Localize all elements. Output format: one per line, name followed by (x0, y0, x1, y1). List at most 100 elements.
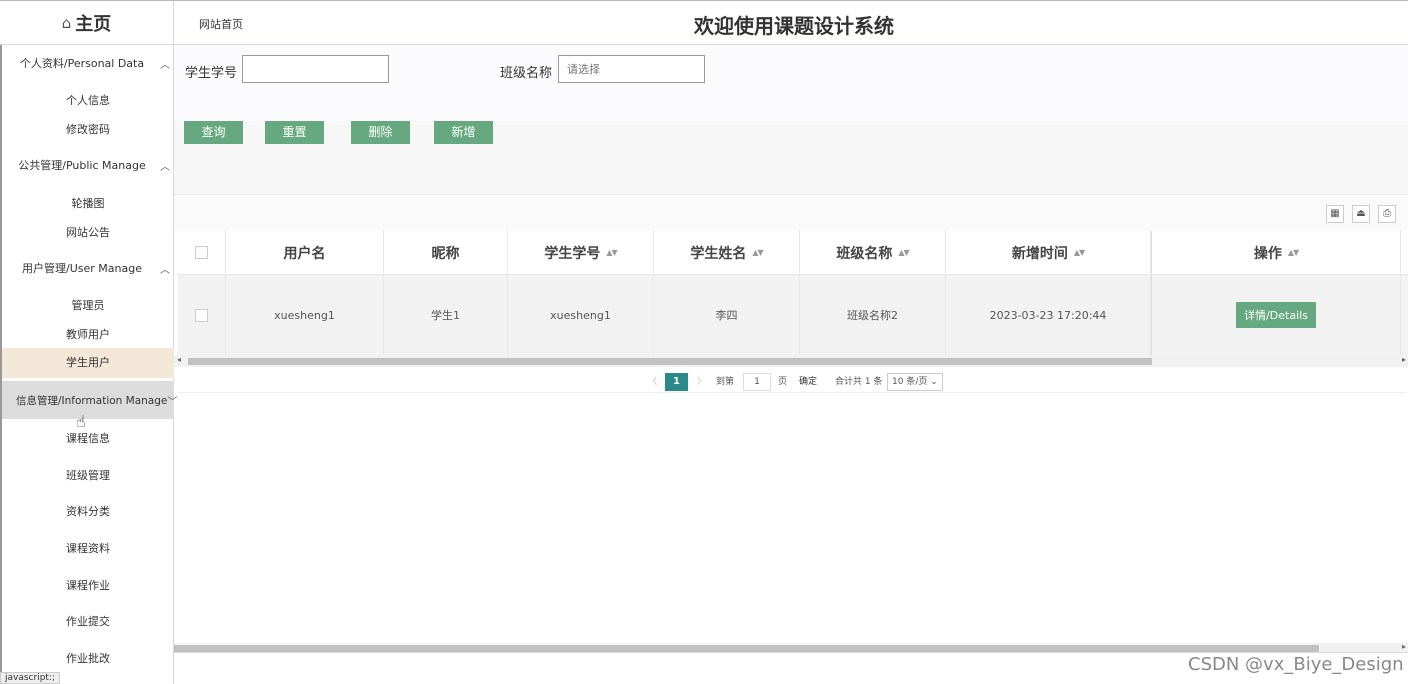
column-header-created[interactable]: 新增时间 ▲▼ (946, 231, 1151, 274)
header-label: 新增时间 (1011, 245, 1068, 262)
table-toolbar: ▦ ⏏ ⎙ (174, 194, 1408, 231)
row-checkbox[interactable] (195, 308, 208, 322)
scrollbar-thumb[interactable] (188, 358, 1152, 365)
column-header-student-name[interactable]: 学生姓名 ▲▼ (654, 231, 800, 274)
header-label: 昵称 (431, 245, 460, 262)
column-header-student-no[interactable]: 学生学号 ▲▼ (508, 231, 654, 274)
watermark: CSDN @vx_Biye_Design (1188, 654, 1404, 675)
home-link[interactable]: ⌂ 主页 (0, 1, 174, 45)
sort-icon[interactable]: ▲▼ (1288, 248, 1299, 257)
page-unit-label: 页 (778, 377, 788, 387)
details-button[interactable]: 详情/Details (1236, 302, 1316, 328)
scroll-right-icon[interactable]: ▸ (1402, 355, 1406, 364)
export-icon[interactable]: ⏏ (1352, 205, 1370, 223)
prev-page-icon[interactable]: 〈 (648, 374, 657, 390)
select-all-checkbox[interactable] (195, 246, 208, 259)
scrollbar-thumb[interactable] (174, 645, 1319, 652)
sidebar-item-homework-submit[interactable]: 作业提交 (2, 613, 174, 629)
table-header: 用户名 昵称 学生学号 ▲▼ 学生姓名 ▲▼ 班级名称 ▲▼ 新增时间 ▲▼ 操… (178, 231, 1408, 275)
header-label: 学生学号 (544, 245, 601, 262)
site-home-link[interactable]: 网站首页 (199, 16, 243, 32)
sidebar-item-carousel[interactable]: 轮播图 (2, 195, 174, 211)
sidebar-item-class-manage[interactable]: 班级管理 (2, 467, 174, 483)
cell-student-no: xuesheng1 (508, 275, 654, 355)
cell-class-name: 班级名称2 (800, 275, 946, 355)
sidebar-item-course-material[interactable]: 课程资料 (2, 540, 174, 556)
data-table: 用户名 昵称 学生学号 ▲▼ 学生姓名 ▲▼ 班级名称 ▲▼ 新增时间 ▲▼ 操… (178, 231, 1408, 355)
chevron-up-icon: ︿ (160, 161, 170, 173)
sidebar-group-users[interactable]: 用户管理/User Manage ︿ (2, 258, 174, 278)
sidebar-item-admin[interactable]: 管理员 (2, 297, 174, 313)
hand-cursor-icon: ☝ (76, 412, 86, 431)
sidebar-group-public[interactable]: 公共管理/Public Manage ︿ (2, 155, 174, 175)
student-no-label: 学生学号 (185, 66, 238, 81)
column-header-username[interactable]: 用户名 (226, 231, 384, 274)
sidebar-item-homework-grading[interactable]: 作业批改 (2, 650, 174, 666)
sidebar-item-course-info[interactable]: 课程信息 (2, 430, 174, 446)
header-label: 操作 (1253, 245, 1282, 262)
sort-icon[interactable]: ▲▼ (752, 248, 763, 257)
header-label: 班级名称 (836, 245, 893, 262)
sidebar-item-material-category[interactable]: 资料分类 (2, 503, 174, 519)
sidebar: 个人资料/Personal Data ︿ 个人信息 修改密码 公共管理/Publ… (0, 45, 177, 684)
column-header-class-name[interactable]: 班级名称 ▲▼ (800, 231, 946, 274)
sidebar-group-personal[interactable]: 个人资料/Personal Data ︿ (2, 53, 174, 73)
sidebar-item-change-password[interactable]: 修改密码 (2, 121, 174, 137)
print-icon[interactable]: ⎙ (1378, 205, 1396, 223)
home-icon: ⌂ (61, 14, 72, 32)
chevron-up-icon: ︿ (160, 264, 170, 276)
cell-created: 2023-03-23 17:20:44 (946, 275, 1151, 355)
sort-icon[interactable]: ▲▼ (1074, 248, 1085, 257)
browser-status-bar: javascript:; (0, 672, 61, 684)
sidebar-group-information[interactable]: 信息管理/Information Manage ﹀ (2, 381, 177, 419)
class-name-select[interactable] (558, 55, 705, 83)
student-no-input[interactable] (242, 55, 389, 83)
goto-confirm-button[interactable]: 确定 (799, 374, 817, 390)
sort-icon[interactable]: ▲▼ (606, 248, 617, 257)
sort-icon[interactable]: ▲▼ (898, 248, 909, 257)
table-row: xuesheng1 学生1 xuesheng1 李四 班级名称2 2023-03… (178, 275, 1408, 355)
pagination: 〈 1 〉 到第 1 页 确定 合计共 1 条 10 条/页 ⌄ (178, 371, 1406, 393)
page-horizontal-scrollbar[interactable]: ▸ (174, 642, 1408, 653)
cell-nickname: 学生1 (384, 275, 508, 355)
query-button[interactable]: 查询 (184, 121, 243, 144)
chevron-up-icon: ︿ (160, 59, 170, 71)
reset-button[interactable]: 重置 (265, 121, 324, 144)
main-content: 学生学号 班级名称 查询 重置 删除 新增 ▦ ⏏ ⎙ 用户名 昵称 学生学号 … (174, 45, 1408, 684)
sidebar-item-teachers[interactable]: 教师用户 (2, 326, 174, 342)
search-form: 学生学号 班级名称 (174, 45, 1408, 121)
delete-button[interactable]: 删除 (351, 121, 410, 144)
sidebar-item-personal-info[interactable]: 个人信息 (2, 92, 174, 108)
cell-student-name: 李四 (654, 275, 800, 355)
page-size-select[interactable]: 10 条/页 ⌄ (887, 373, 943, 391)
cell-username: xuesheng1 (226, 275, 384, 355)
next-page-icon[interactable]: 〉 (697, 374, 706, 390)
goto-page-input[interactable]: 1 (743, 373, 771, 391)
action-bar: 查询 重置 删除 新增 (174, 121, 1408, 194)
goto-label: 到第 (716, 377, 735, 387)
sidebar-item-students[interactable]: 学生用户 (2, 348, 174, 378)
column-header-nickname[interactable]: 昵称 (384, 231, 508, 274)
page-number-current[interactable]: 1 (665, 373, 688, 391)
scroll-left-icon[interactable]: ◂ (177, 355, 181, 364)
total-count: 合计共 1 条 (835, 377, 883, 387)
sidebar-group-label: 个人资料/Personal Data (19, 57, 145, 70)
sidebar-group-label: 用户管理/User Manage (22, 262, 142, 275)
select-all-cell (178, 231, 226, 274)
row-select-cell (178, 275, 226, 355)
columns-icon[interactable]: ▦ (1326, 205, 1344, 223)
sidebar-group-label: 公共管理/Public Manage (18, 159, 146, 172)
cell-actions: 详情/Details (1151, 275, 1401, 355)
chevron-down-icon: ⌄ (930, 377, 938, 387)
table-horizontal-scrollbar[interactable]: ◂ ▸ (174, 355, 1408, 367)
add-button[interactable]: 新增 (434, 121, 493, 144)
scroll-right-icon[interactable]: ▸ (1402, 642, 1406, 651)
header-label: 用户名 (283, 245, 326, 262)
sidebar-item-announcement[interactable]: 网站公告 (2, 224, 174, 240)
sidebar-item-course-homework[interactable]: 课程作业 (2, 577, 174, 593)
top-bar: ⌂ 主页 网站首页 欢迎使用课题设计系统 (0, 0, 1408, 45)
header-label: 学生姓名 (690, 245, 747, 262)
page-size-value: 10 条/页 (892, 377, 928, 387)
column-header-actions[interactable]: 操作 ▲▼ (1151, 231, 1401, 274)
class-name-label: 班级名称 (500, 66, 553, 81)
